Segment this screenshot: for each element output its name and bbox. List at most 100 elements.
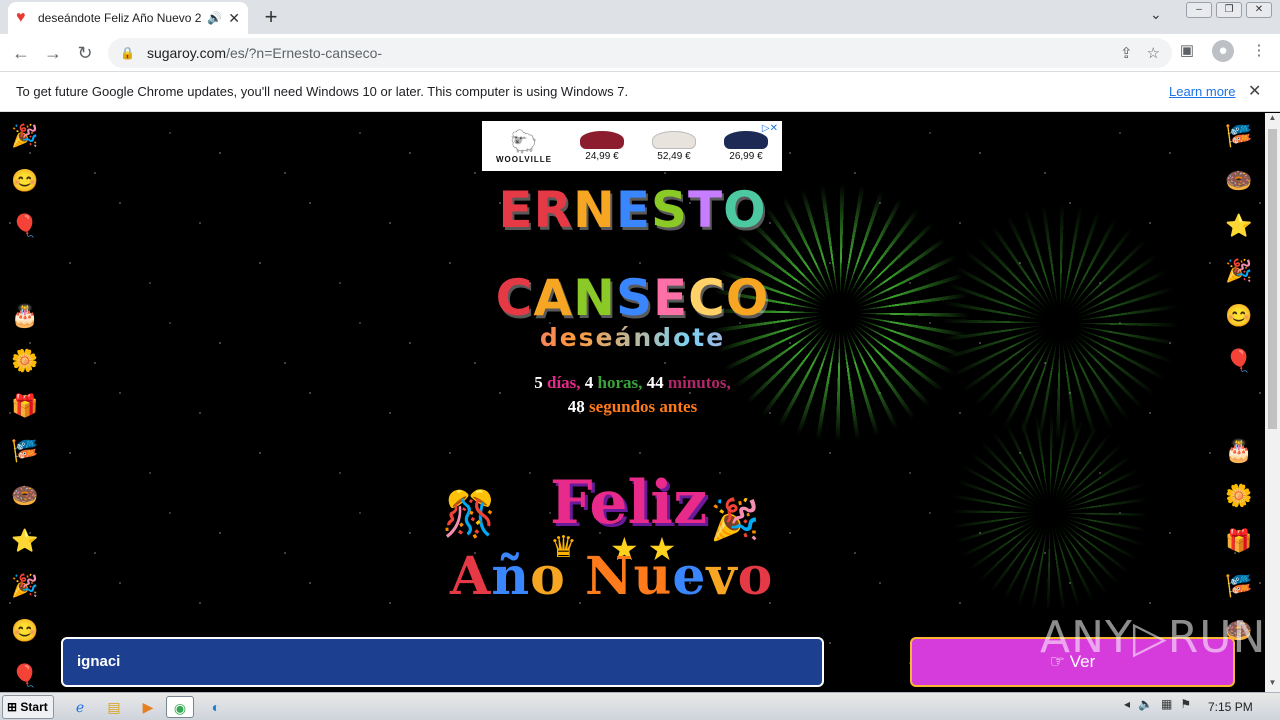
close-window-button[interactable]: ✕ [1246,2,1272,18]
infobar-close-icon[interactable]: ✕ [1248,81,1261,101]
media-player-icon[interactable]: ▶ [134,696,162,718]
banner-line2-letter: o [530,546,566,607]
address-bar[interactable]: 🔒 sugaroy.com /es/?n=Ernesto-canseco- ⇪ … [108,38,1172,68]
chrome-icon[interactable]: ◉ [166,696,194,718]
side-panel-icon[interactable]: ▣ [1176,40,1198,62]
lock-icon[interactable]: 🔒 [120,46,135,60]
back-arrow-icon[interactable]: ← [8,40,34,66]
firework-decoration [940,203,1180,443]
banner-line2-letter: ñ [491,546,531,607]
tab-title: deseándote Feliz Año Nuevo 20 [38,11,202,25]
last-name-letter: N [573,269,616,327]
donut-icon: 🍩 [11,483,39,508]
party-hat-icon: 🎉 [710,498,760,542]
windows-taskbar: ⊞ Start ℯ ▤ ▶ ◉ ◐ ◂ 🔈 ▦ ⚑ 7:15 PM [0,692,1280,720]
windows-logo-icon: ⊞ [7,700,18,714]
restore-button[interactable]: ❐ [1216,2,1242,18]
scroll-down-icon[interactable]: ▼ [1265,678,1280,692]
profile-avatar-icon[interactable]: ● [1212,40,1234,62]
balloons-icon: 🎈 [1225,348,1253,373]
first-name-letter: R [533,181,573,239]
ad-close-icon[interactable]: ▷✕ [762,123,778,134]
url-path: /es/?n=Ernesto-canseco- [226,45,383,61]
share-icon[interactable]: ⇪ [1120,44,1133,62]
page-scrollbar[interactable]: ▲ ▼ [1265,113,1280,692]
ad-price: 24,99 € [585,150,619,162]
infobar-message: To get future Google Chrome updates, you… [16,84,629,99]
flowers-icon: 🌼 [11,348,39,373]
reload-icon[interactable]: ↻ [72,40,98,66]
edge-icon[interactable]: ◐ [202,696,230,718]
ad-price: 52,49 € [657,150,691,162]
countdown-days-label: días, [547,373,581,392]
party-popper-icon: 🎉 [1225,258,1253,283]
cake-icon: 🎂 [1225,438,1253,463]
ad-banner[interactable]: 🐑 WOOLVILLE 24,99 € 52,49 € 26,99 € ▷✕ [482,121,782,171]
slipper-image [579,130,624,149]
last-name-letter: O [725,269,770,327]
learn-more-link[interactable]: Learn more [1169,84,1235,99]
start-button[interactable]: ⊞ Start [2,695,54,719]
banner-line2-letter: A [450,546,492,607]
menu-kebab-icon[interactable]: ⋮ [1248,40,1270,62]
last-name-letter: C [688,269,726,327]
bunting-icon: 🎏 [11,438,39,463]
last-name-letter: C [495,269,534,327]
left-emoji-column: 🎉 😊 🎈 ❤ 🎂 🌼 🎁 🎏 🍩 ⭐ 🎉 😊 🎈 [10,119,40,692]
name-input[interactable]: ignaci [61,637,824,687]
star-icon: ⭐ [11,528,39,553]
flag-icon[interactable]: ⚑ [1180,697,1191,711]
first-name-letter: E [615,181,652,239]
hearts-icon: ❤ [1229,393,1249,418]
banner-line2-letter: e [672,546,707,607]
ad-product[interactable]: 52,49 € [651,130,696,162]
party-horn-icon: 🎊 [442,490,497,539]
scrollbar-thumb[interactable] [1268,129,1277,429]
ad-product[interactable]: 26,99 € [723,130,768,162]
explorer-folder-icon[interactable]: ▤ [100,696,128,718]
first-name-letter: S [651,181,689,239]
tab-search-chevron-icon[interactable]: ⌄ [1150,6,1162,23]
update-infobar: To get future Google Chrome updates, you… [0,72,1280,112]
smiley-icon: 😊 [11,168,39,193]
first-name-letter: T [688,181,724,239]
gift-icon: 🎁 [1225,528,1253,553]
volume-icon[interactable]: 🔈 [1138,697,1153,711]
banner-line2: Año Nuevo [450,546,773,607]
last-name-title: CANSECO [460,269,805,327]
scroll-up-icon[interactable]: ▲ [1265,113,1280,127]
network-icon[interactable]: ▦ [1161,697,1172,711]
countdown-hours: 4 [584,373,594,392]
sheep-logo-icon: 🐑 [510,128,538,154]
banner-line2-letter: v [706,546,738,607]
last-name-letter: S [615,269,653,327]
browser-tab[interactable]: ♥ deseándote Feliz Año Nuevo 20 🔊 ✕ [8,2,248,34]
slipper-image [651,130,696,149]
first-name-title: ERNESTO [460,181,805,239]
ad-product[interactable]: 24,99 € [579,130,624,162]
countdown-text: 5 días, 4 horas, 44 minutos, 48 segundos… [440,371,825,419]
new-tab-button[interactable]: + [258,4,284,30]
minimize-button[interactable]: – [1186,2,1212,18]
speaker-icon[interactable]: 🔊 [207,11,222,25]
flowers-icon: 🌼 [1225,483,1253,508]
subtitle: deseándote [460,323,805,352]
countdown-seconds: 48 [567,397,585,416]
heart-icon: ♥ [16,9,26,26]
forward-arrow-icon[interactable]: → [40,40,66,66]
smiley-icon: 😊 [1225,303,1253,328]
ie-icon[interactable]: ℯ [66,696,94,718]
tab-close-icon[interactable]: ✕ [228,10,240,27]
banner-line1: Feliz [550,468,708,538]
party-popper-icon: 🎉 [11,573,39,598]
tray-chevron-icon[interactable]: ◂ [1124,697,1130,711]
ad-brand: 🐑 WOOLVILLE [496,128,552,164]
taskbar-clock[interactable]: 7:15 PM [1208,700,1253,714]
first-name-letter: E [498,181,534,239]
anyrun-watermark: ANY▷RUN [1040,612,1267,663]
window-controls: – ❐ ✕ [1186,2,1272,18]
last-name-letter: E [652,269,689,327]
balloons-icon: 🎈 [11,663,39,688]
bookmark-star-icon[interactable]: ☆ [1147,44,1160,62]
cake-icon: 🎂 [11,303,39,328]
